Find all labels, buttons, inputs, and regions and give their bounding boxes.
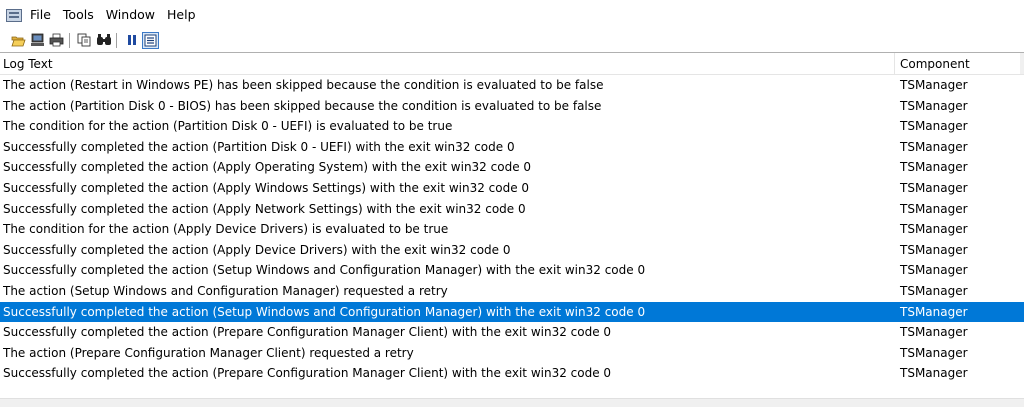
table-row[interactable]: The condition for the action (Apply Devi…: [0, 219, 1024, 240]
table-row[interactable]: The action (Setup Windows and Configurat…: [0, 281, 1024, 302]
component-cell: TSManager: [900, 283, 968, 298]
log-text-cell: Successfully completed the action (Prepa…: [3, 366, 612, 381]
log-text-cell: Successfully completed the action (Setup…: [3, 263, 646, 278]
table-row[interactable]: Successfully completed the action (Apply…: [0, 157, 1024, 178]
toolbar: [0, 30, 1024, 50]
table-row[interactable]: Successfully completed the action (Setup…: [0, 260, 1024, 281]
menu-window[interactable]: Window: [106, 0, 155, 30]
log-rows: The action (Restart in Windows PE) has b…: [0, 75, 1024, 384]
list-view-icon[interactable]: [142, 31, 159, 49]
log-text-cell: The action (Restart in Windows PE) has b…: [3, 78, 604, 92]
table-row[interactable]: The action (Partition Disk 0 - BIOS) has…: [0, 96, 1024, 117]
menu-file[interactable]: File: [30, 0, 51, 30]
log-list-view[interactable]: Log Text Component The action (Restart i…: [0, 52, 1024, 399]
log-text-cell: The condition for the action (Partition …: [3, 119, 453, 134]
table-row[interactable]: The action (Restart in Windows PE) has b…: [0, 75, 1024, 96]
scrollbar[interactable]: [1020, 53, 1024, 74]
table-row[interactable]: Successfully completed the action (Parti…: [0, 137, 1024, 158]
menu-bar: File Tools Window Help: [0, 0, 1024, 30]
log-text-cell: Successfully completed the action (Setup…: [3, 304, 646, 319]
table-row[interactable]: Successfully completed the action (Apply…: [0, 240, 1024, 261]
component-cell: TSManager: [900, 119, 968, 134]
log-text-cell: Successfully completed the action (Prepa…: [3, 325, 612, 340]
table-row[interactable]: Successfully completed the action (Setup…: [0, 301, 1024, 323]
toolbar-separator: [69, 32, 70, 48]
component-cell: TSManager: [900, 304, 968, 319]
table-row[interactable]: Successfully completed the action (Apply…: [0, 178, 1024, 199]
table-row[interactable]: Successfully completed the action (Apply…: [0, 199, 1024, 220]
component-cell: TSManager: [900, 139, 968, 154]
component-cell: TSManager: [900, 222, 968, 237]
component-cell: TSManager: [900, 325, 968, 340]
column-header-log-text[interactable]: Log Text: [0, 53, 895, 74]
component-cell: TSManager: [900, 345, 968, 360]
printer-icon[interactable]: [48, 32, 65, 49]
table-row[interactable]: The condition for the action (Partition …: [0, 116, 1024, 137]
table-row[interactable]: The action (Prepare Configuration Manage…: [0, 343, 1024, 364]
column-header-component[interactable]: Component: [895, 53, 1023, 74]
table-row[interactable]: Successfully completed the action (Prepa…: [0, 363, 1024, 384]
log-text-cell: The action (Prepare Configuration Manage…: [3, 345, 414, 360]
log-text-cell: Successfully completed the action (Apply…: [3, 160, 532, 175]
component-cell: TSManager: [900, 366, 968, 381]
component-cell: TSManager: [900, 78, 968, 92]
table-row[interactable]: Successfully completed the action (Prepa…: [0, 322, 1024, 343]
menu-tools[interactable]: Tools: [63, 0, 94, 30]
component-cell: TSManager: [900, 180, 968, 195]
component-cell: TSManager: [900, 242, 968, 257]
log-text-cell: The action (Setup Windows and Configurat…: [3, 283, 448, 298]
component-cell: TSManager: [900, 263, 968, 278]
app-icon[interactable]: [6, 7, 23, 24]
log-text-cell: Successfully completed the action (Apply…: [3, 201, 526, 216]
component-cell: TSManager: [900, 201, 968, 216]
open-folder-icon[interactable]: [10, 32, 27, 49]
pause-icon[interactable]: [123, 32, 140, 49]
log-text-cell: Successfully completed the action (Apply…: [3, 180, 530, 195]
log-text-cell: Successfully completed the action (Apply…: [3, 242, 511, 257]
log-text-cell: The condition for the action (Apply Devi…: [3, 222, 449, 237]
toolbar-separator: [116, 32, 117, 48]
copy-icon[interactable]: [76, 32, 93, 49]
computer-icon[interactable]: [29, 32, 46, 49]
component-cell: TSManager: [900, 98, 968, 113]
log-text-cell: Successfully completed the action (Parti…: [3, 139, 515, 154]
log-text-cell: The action (Partition Disk 0 - BIOS) has…: [3, 98, 602, 113]
log-header: Log Text Component: [0, 53, 1024, 75]
menu-help[interactable]: Help: [167, 0, 196, 30]
component-cell: TSManager: [900, 160, 968, 175]
find-icon[interactable]: [95, 32, 112, 49]
